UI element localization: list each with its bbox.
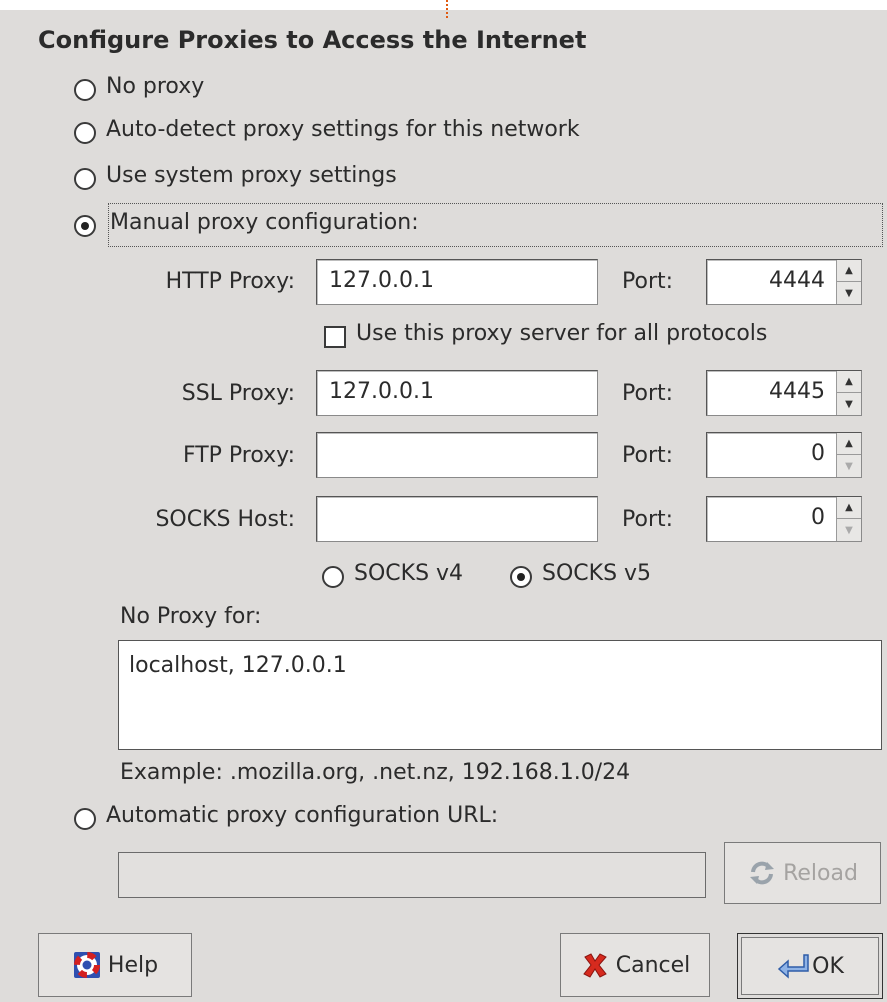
socks-v5-radio[interactable] xyxy=(510,566,532,588)
socks-port-label: Port: xyxy=(622,507,674,532)
socks-v5-label[interactable]: SOCKS v5 xyxy=(542,561,651,586)
ssl-port-spinner[interactable]: 4445 ▲ ▼ xyxy=(706,370,862,416)
no-proxy-label[interactable]: No proxy xyxy=(106,74,204,99)
http-proxy-value: 127.0.0.1 xyxy=(329,268,434,293)
socks-v4-radio[interactable] xyxy=(322,566,344,588)
http-port-spinner[interactable]: 4444 ▲ ▼ xyxy=(706,259,862,305)
ssl-port-label: Port: xyxy=(622,381,674,406)
no-proxy-radio[interactable] xyxy=(74,79,96,101)
window-top-strip xyxy=(0,0,887,10)
ftp-proxy-label: FTP Proxy: xyxy=(182,443,295,468)
reload-label: Reload xyxy=(783,860,858,886)
auto-proxy-url-label[interactable]: Automatic proxy configuration URL: xyxy=(106,803,498,828)
manual-proxy-label[interactable]: Manual proxy configuration: xyxy=(110,210,419,235)
dialog-title: Configure Proxies to Access the Internet xyxy=(38,26,587,54)
use-all-protocols-label[interactable]: Use this proxy server for all protocols xyxy=(356,321,767,346)
ftp-port-value: 0 xyxy=(811,441,825,466)
ftp-port-spinner[interactable]: 0 ▲ ▼ xyxy=(706,432,862,478)
http-port-label: Port: xyxy=(622,269,674,294)
socks-port-spin-buttons[interactable]: ▲ ▼ xyxy=(836,497,861,541)
auto-detect-radio[interactable] xyxy=(74,122,96,144)
manual-proxy-radio[interactable] xyxy=(74,215,96,237)
no-proxy-for-label: No Proxy for: xyxy=(120,604,262,629)
spin-down-icon: ▼ xyxy=(845,460,853,472)
help-button[interactable]: Help xyxy=(38,933,192,997)
http-port-spin-buttons[interactable]: ▲ ▼ xyxy=(836,260,861,304)
use-all-protocols-checkbox[interactable] xyxy=(324,326,346,348)
ssl-port-value: 4445 xyxy=(769,379,825,404)
system-proxy-radio[interactable] xyxy=(74,168,96,190)
ok-label: OK xyxy=(812,953,844,979)
spin-down-icon[interactable]: ▼ xyxy=(837,282,861,304)
spin-up-icon[interactable]: ▲ xyxy=(837,433,861,455)
auto-proxy-url-radio[interactable] xyxy=(74,808,96,830)
http-proxy-label: HTTP Proxy: xyxy=(165,269,295,294)
reload-button: Reload xyxy=(724,842,881,904)
http-port-value: 4444 xyxy=(769,268,825,293)
red-x-icon xyxy=(580,950,610,980)
spin-up-icon[interactable]: ▲ xyxy=(837,371,861,393)
ftp-proxy-input[interactable] xyxy=(316,432,598,478)
system-proxy-label[interactable]: Use system proxy settings xyxy=(106,163,397,188)
no-proxy-for-textarea[interactable]: localhost, 127.0.0.1 xyxy=(118,640,882,750)
ssl-proxy-label: SSL Proxy: xyxy=(181,381,295,406)
lifebuoy-icon xyxy=(72,950,102,980)
cancel-label: Cancel xyxy=(615,952,691,978)
spin-up-icon[interactable]: ▲ xyxy=(837,260,861,282)
ssl-proxy-input[interactable]: 127.0.0.1 xyxy=(316,370,598,416)
auto-proxy-url-input xyxy=(118,852,706,898)
ok-button[interactable]: OK xyxy=(737,933,883,999)
cancel-button[interactable]: Cancel xyxy=(560,933,710,997)
spin-down-icon: ▼ xyxy=(845,524,853,536)
ssl-proxy-value: 127.0.0.1 xyxy=(329,379,434,404)
socks-host-label: SOCKS Host: xyxy=(155,507,295,532)
drag-marker xyxy=(446,0,448,18)
auto-detect-label[interactable]: Auto-detect proxy settings for this netw… xyxy=(106,117,580,142)
no-proxy-for-value: localhost, 127.0.0.1 xyxy=(129,653,347,678)
spin-up-icon[interactable]: ▲ xyxy=(837,497,861,519)
help-label: Help xyxy=(107,952,159,978)
ftp-port-spin-buttons[interactable]: ▲ ▼ xyxy=(836,433,861,477)
http-proxy-input[interactable]: 127.0.0.1 xyxy=(316,259,598,305)
spin-down-icon[interactable]: ▼ xyxy=(837,393,861,415)
socks-host-input[interactable] xyxy=(316,496,598,542)
ftp-port-label: Port: xyxy=(622,443,674,468)
socks-v4-label[interactable]: SOCKS v4 xyxy=(354,561,463,586)
no-proxy-example: Example: .mozilla.org, .net.nz, 192.168.… xyxy=(120,760,631,785)
socks-port-value: 0 xyxy=(811,505,825,530)
reload-icon xyxy=(747,858,777,888)
ssl-port-spin-buttons[interactable]: ▲ ▼ xyxy=(836,371,861,415)
enter-arrow-icon xyxy=(776,951,809,981)
socks-port-spinner[interactable]: 0 ▲ ▼ xyxy=(706,496,862,542)
